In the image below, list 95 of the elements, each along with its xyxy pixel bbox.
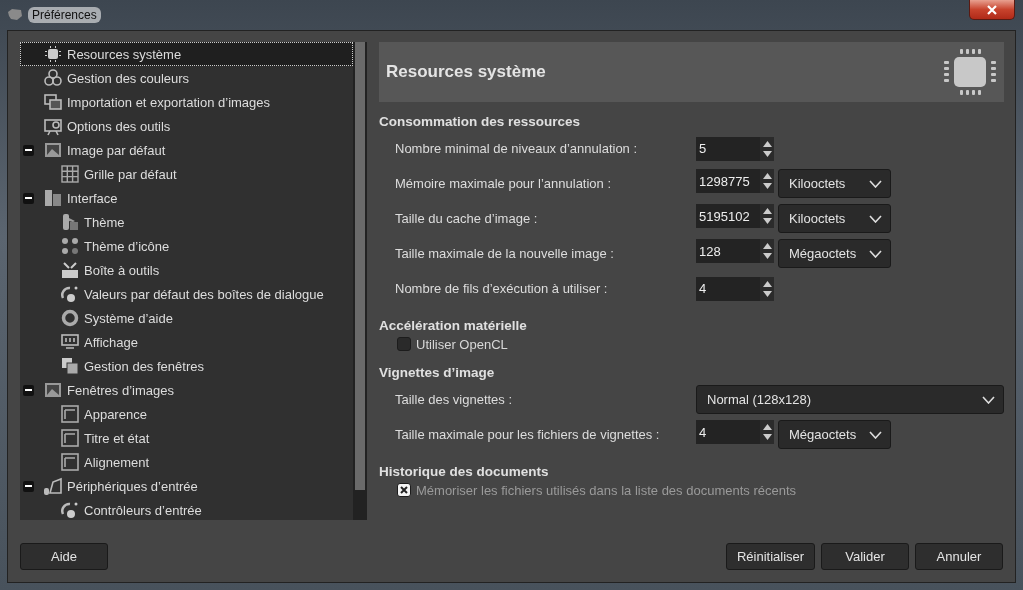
gauge-icon xyxy=(60,500,80,520)
tree-item[interactable]: Grille par défaut xyxy=(20,162,353,186)
field-label: Taille maximale pour les fichiers de vignettes : xyxy=(395,427,661,442)
image-icon xyxy=(43,140,63,160)
number-field[interactable]: 5195102 xyxy=(696,204,774,228)
tree-item[interactable]: Boîte à outils xyxy=(20,258,353,282)
chip-icon xyxy=(43,44,63,64)
section-heading: Historique des documents xyxy=(379,464,550,479)
unit-dropdown[interactable]: Mégaoctets xyxy=(778,239,891,268)
field-label: Mémoire maximale pour l’annulation : xyxy=(395,176,613,191)
chevron-down-icon xyxy=(869,214,882,223)
chevron-down-icon xyxy=(869,249,882,258)
frame-icon xyxy=(60,428,80,448)
tree-item[interactable]: Image par défaut xyxy=(20,138,353,162)
field-label: Taille du cache d’image : xyxy=(395,211,539,226)
scrollbar[interactable] xyxy=(353,42,367,520)
window-title: Préférences xyxy=(28,7,101,23)
tree-item[interactable]: Gestion des fenêtres xyxy=(20,354,353,378)
section-heading: Consommation des ressources xyxy=(379,114,582,129)
collapse-toggle[interactable] xyxy=(23,480,34,492)
easel-icon xyxy=(43,116,63,136)
tree-item[interactable]: Interface xyxy=(20,186,353,210)
tree-item[interactable]: Titre et état xyxy=(20,426,353,450)
display-icon xyxy=(60,332,80,352)
section-heading: Vignettes d’image xyxy=(379,365,496,380)
checkbox-label: Mémoriser les fichiers utilisés dans la liste des documents récents xyxy=(416,482,797,498)
tree-item[interactable]: Importation et exportation d’images xyxy=(20,90,353,114)
number-field[interactable]: 1298775 xyxy=(696,169,774,193)
decrement-arrow-icon[interactable] xyxy=(762,218,772,224)
ring-icon xyxy=(60,308,80,328)
increment-arrow-icon[interactable] xyxy=(762,424,772,430)
dialog-button[interactable]: Valider xyxy=(821,543,909,570)
increment-arrow-icon[interactable] xyxy=(762,280,772,287)
tree-item[interactable]: Affichage xyxy=(20,330,353,354)
field-label: Nombre de fils d’exécution à utiliser : xyxy=(395,281,609,296)
frame-icon xyxy=(60,404,80,424)
collapse-toggle[interactable] xyxy=(23,192,34,204)
tree-item[interactable]: Fenêtres d’images xyxy=(20,378,353,402)
section-heading: Accélération matérielle xyxy=(379,318,528,333)
monitor-icon xyxy=(43,92,63,112)
tree-item[interactable]: Thème d’icône xyxy=(20,234,353,258)
help-button[interactable]: Aide xyxy=(20,543,108,570)
frame-icon xyxy=(60,452,80,472)
page-title: Resources système xyxy=(386,62,546,82)
close-button[interactable] xyxy=(969,0,1015,20)
unit-dropdown[interactable]: Mégaoctets xyxy=(778,420,891,449)
field-label: Taille des vignettes : xyxy=(395,392,514,407)
tree-item[interactable]: Périphériques d’entrée xyxy=(20,474,353,498)
image-icon xyxy=(43,380,63,400)
tree-item[interactable]: Resources système xyxy=(20,42,353,66)
number-field[interactable]: 4 xyxy=(696,276,774,301)
tree-item[interactable]: Options des outils xyxy=(20,114,353,138)
chevron-down-icon xyxy=(869,430,882,439)
toolbox-icon xyxy=(60,260,80,280)
field-label: Nombre minimal de niveaux d’annulation : xyxy=(395,141,639,156)
decrement-arrow-icon[interactable] xyxy=(762,253,772,259)
decrement-arrow-icon[interactable] xyxy=(762,290,772,297)
tree-item[interactable]: Gestion des couleurs xyxy=(20,66,353,90)
dialog-button[interactable]: Annuler xyxy=(915,543,1003,570)
close-icon xyxy=(986,4,998,15)
checkbox[interactable] xyxy=(397,337,411,351)
circles-icon xyxy=(43,68,63,88)
grid-icon xyxy=(60,164,80,184)
app-icon xyxy=(7,8,23,22)
field-label: Taille maximale de la nouvelle image : xyxy=(395,246,615,261)
tree-item[interactable]: Apparence xyxy=(20,402,353,426)
decrement-arrow-icon[interactable] xyxy=(762,183,772,189)
tree-item[interactable]: Alignement xyxy=(20,450,353,474)
increment-arrow-icon[interactable] xyxy=(762,243,772,249)
decrement-arrow-icon[interactable] xyxy=(762,434,772,440)
thumbnail-size-dropdown[interactable]: Normal (128x128) xyxy=(696,385,1004,414)
increment-arrow-icon[interactable] xyxy=(762,140,772,147)
chevron-down-icon xyxy=(869,179,882,188)
checkbox-label: Utiliser OpenCL xyxy=(416,336,508,352)
number-field[interactable]: 128 xyxy=(696,239,774,263)
collapse-toggle[interactable] xyxy=(23,144,34,156)
number-field[interactable]: 5 xyxy=(696,136,774,161)
panels-icon xyxy=(43,188,63,208)
number-field[interactable]: 4 xyxy=(696,420,774,444)
chip-icon xyxy=(944,49,996,95)
tree-item[interactable]: Thème xyxy=(20,210,353,234)
tree-item[interactable]: Système d’aide xyxy=(20,306,353,330)
tree-item[interactable]: Valeurs par défaut des boîtes de dialogue xyxy=(20,282,353,306)
unit-dropdown[interactable]: Kilooctets xyxy=(778,204,891,233)
increment-arrow-icon[interactable] xyxy=(762,208,772,214)
tablet-icon xyxy=(43,476,63,496)
dialog-button[interactable]: Réinitialiser xyxy=(726,543,815,570)
increment-arrow-icon[interactable] xyxy=(762,173,772,179)
unit-dropdown[interactable]: Kilooctets xyxy=(778,169,891,198)
decrement-arrow-icon[interactable] xyxy=(762,150,772,157)
tree-item[interactable]: Contrôleurs d’entrée xyxy=(20,498,353,520)
collapse-toggle[interactable] xyxy=(23,384,34,396)
chevron-down-icon xyxy=(982,395,995,404)
gauge-icon xyxy=(60,284,80,304)
windows-icon xyxy=(60,356,80,376)
